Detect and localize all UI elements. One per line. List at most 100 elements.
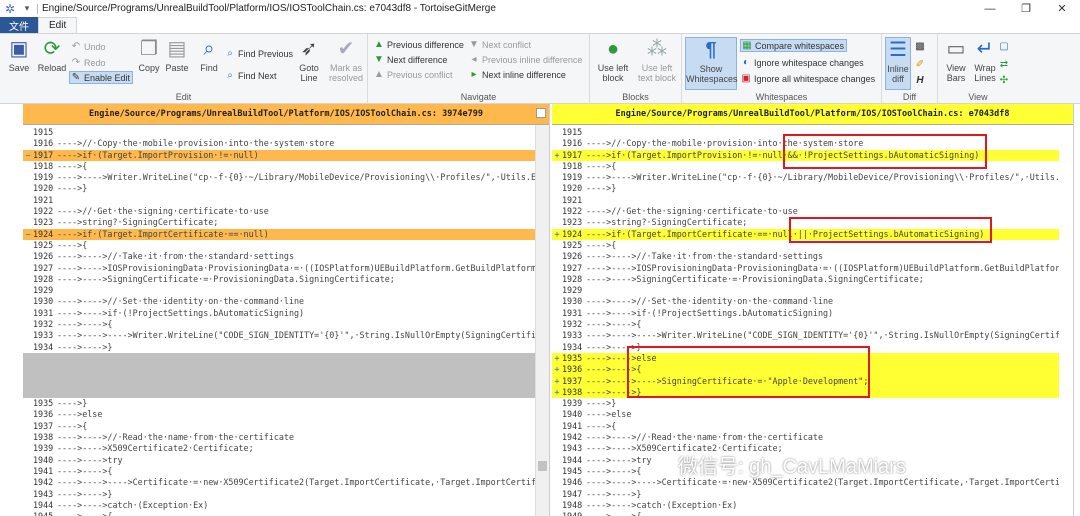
quick-access-dropdown-icon[interactable]: ▾ [21, 3, 33, 14]
code-line[interactable]: 1945---->---->{ [23, 511, 535, 516]
tab-edit[interactable]: Edit [38, 17, 78, 33]
next-conflict-button[interactable]: ▼ Next conflict [468, 38, 531, 51]
left-diff-pane[interactable]: Engine/Source/Programs/UnrealBuildTool/P… [23, 104, 550, 516]
code-line[interactable]: 1931 ---->---->if·(!ProjectSettings.bAuto… [552, 308, 1059, 319]
redo-button[interactable]: ↷ Redo [70, 56, 106, 69]
enable-edit-button[interactable]: ✎ Enable Edit [69, 71, 134, 84]
left-scrollbar[interactable] [535, 125, 549, 516]
collapse-button[interactable]: ✣ [998, 74, 1012, 87]
mark-resolved-button[interactable]: ✔ Mark as resolved [326, 37, 366, 89]
paste-button[interactable]: ▤ Paste [159, 37, 195, 89]
show-whitespaces-button[interactable]: ¶ Show Whitespaces [685, 37, 738, 90]
use-left-text-block-button[interactable]: ⁂ Use left text block [634, 37, 680, 89]
wrap-lines-button[interactable]: ↵ Wrap Lines [970, 37, 1000, 89]
word-diff-button[interactable]: ▩ [914, 40, 928, 53]
code-line[interactable]: 1916 ---->//·Copy·the·mobile·provision·in… [23, 138, 535, 149]
code-line[interactable]: 1927 ---->---->IOSProvisioningData·Provis… [552, 263, 1059, 274]
code-line[interactable]: 1933 ---->---->---->Writer.WriteLine("COD… [23, 330, 535, 341]
code-line[interactable]: 1939 ---->---->X509Certificate2·Certifica… [23, 443, 535, 454]
code-line[interactable] [23, 375, 535, 387]
minimize-button[interactable]: — [972, 3, 1008, 15]
code-line[interactable]: 1931 ---->---->if·(!ProjectSettings.bAuto… [23, 308, 535, 319]
code-line[interactable] [23, 352, 535, 365]
find-button[interactable]: ⌕ Find [191, 37, 227, 89]
line-code: ---->string?·SigningCertificate; [57, 217, 219, 228]
next-difference-button[interactable]: ▼ Next difference [373, 53, 447, 66]
code-line[interactable]: 1925 ---->{ [23, 240, 535, 251]
previous-conflict-button[interactable]: ▲ Previous conflict [373, 68, 452, 81]
code-line[interactable]: 1919 ---->---->Writer.WriteLine("cp·-f·{0… [552, 172, 1059, 183]
next-inline-difference-button[interactable]: ▸ Next inline difference [468, 68, 565, 81]
code-line[interactable]: 1928 ---->---->SigningCertificate·=·Provi… [552, 274, 1059, 285]
compare-whitespaces-button[interactable]: ▦ Compare whitespaces [740, 39, 848, 52]
code-line[interactable]: 1918 ---->{ [23, 161, 535, 172]
locator-bar[interactable] [0, 104, 23, 516]
code-line[interactable]: 1934 ---->---->} [23, 342, 535, 353]
find-next-button[interactable]: ⌕ Find Next [224, 69, 276, 82]
code-line[interactable]: 1921 [552, 195, 1059, 206]
code-line[interactable]: 1932 ---->---->{ [23, 319, 535, 330]
code-line[interactable]: −1924 ---->if·(Target.ImportCertificate·=… [23, 228, 535, 240]
code-line[interactable]: 1922 ---->//·Get·the·signing·certificate·… [23, 206, 535, 217]
code-line[interactable]: 1933 ---->---->---->Writer.WriteLine("COD… [552, 330, 1059, 341]
code-line[interactable]: 1941 ---->{ [552, 421, 1059, 432]
code-line[interactable]: 1947 ---->---->} [552, 489, 1059, 500]
undo-button[interactable]: ↶ Undo [70, 40, 106, 53]
code-line[interactable]: 1949---->---->{ [552, 511, 1059, 516]
code-line[interactable]: 1923 ---->string?·SigningCertificate; [23, 217, 535, 228]
code-line[interactable]: 1940 ---->---->try [23, 455, 535, 466]
italic-h-button[interactable]: H [914, 74, 928, 87]
code-line[interactable]: 1942 ---->---->//·Read·the·name·from·the·… [552, 432, 1059, 443]
reload-button[interactable]: ⟳ Reload [34, 37, 70, 89]
left-pane-checkbox[interactable] [536, 108, 546, 118]
view-bars-button[interactable]: ▭ View Bars [940, 37, 972, 89]
code-line[interactable]: 1935 ---->} [23, 398, 535, 409]
code-line[interactable] [23, 386, 535, 399]
previous-inline-difference-button[interactable]: ◂ Previous inline difference [468, 53, 582, 66]
inline-diff-button[interactable]: ☰ Inline diff [885, 37, 911, 90]
code-line[interactable]: 1922 ---->//·Get·the·signing·certificate·… [552, 206, 1059, 217]
code-line[interactable]: 1940 ---->else [552, 409, 1059, 420]
maximize-button[interactable]: ❐ [1008, 2, 1044, 15]
code-line[interactable]: 1930 ---->---->//·Set·the·identity·on·the… [552, 296, 1059, 307]
code-line[interactable]: 1920 ---->} [552, 183, 1059, 194]
tab-file[interactable]: 文件 [0, 17, 38, 33]
code-line[interactable]: 1921 [23, 195, 535, 206]
code-line[interactable]: 1948 ---->---->catch·(Exception·Ex) [552, 500, 1059, 511]
code-line[interactable]: 1928 ---->---->SigningCertificate·=·Provi… [23, 274, 535, 285]
save-button[interactable]: ▣ Save [1, 37, 37, 89]
find-previous-button[interactable]: ⌕ Find Previous [224, 47, 293, 60]
close-button[interactable]: ✕ [1044, 2, 1080, 15]
code-line[interactable]: 1919 ---->---->Writer.WriteLine("cp·-f·{0… [23, 172, 535, 183]
highlight-button[interactable]: ✐ [914, 58, 928, 71]
code-line[interactable]: 1915 [23, 127, 535, 138]
code-line[interactable]: 1926 ---->---->//·Take·it·from·the·standa… [552, 251, 1059, 262]
code-line[interactable]: 1929 [552, 285, 1059, 296]
goto-line-button[interactable]: ➶ Goto Line [291, 37, 327, 89]
code-line[interactable]: 1927 ---->---->IOSProvisioningData·Provis… [23, 263, 535, 274]
code-line[interactable]: −1917 ---->if·(Target.ImportProvision·!=·… [23, 149, 535, 161]
left-scrollbar-thumb[interactable] [538, 461, 547, 471]
use-left-block-button[interactable]: ● Use left block [593, 37, 633, 89]
code-line[interactable]: 1938 ---->---->//·Read·the·name·from·the·… [23, 432, 535, 443]
code-line[interactable]: 1930 ---->---->//·Set·the·identity·on·the… [23, 296, 535, 307]
code-line[interactable]: 1939 ---->} [552, 398, 1059, 409]
code-line[interactable]: 1944 ---->---->catch·(Exception·Ex) [23, 500, 535, 511]
code-line[interactable]: 1920 ---->} [23, 183, 535, 194]
ignore-whitespace-changes-button[interactable]: ◐ Ignore whitespace changes [740, 56, 864, 69]
swap-button[interactable]: ⇄ [998, 58, 1012, 71]
previous-difference-button[interactable]: ▲ Previous difference [373, 38, 464, 51]
code-line[interactable]: 1943 ---->---->} [23, 489, 535, 500]
ignore-all-whitespace-changes-button[interactable]: ▣ Ignore all whitespace changes [740, 72, 875, 85]
code-line[interactable]: 1942 ---->---->---->Certificate·=·new·X50… [23, 477, 535, 488]
code-line[interactable]: 1937 ---->{ [23, 421, 535, 432]
code-line[interactable]: 1926 ---->---->//·Take·it·from·the·standa… [23, 251, 535, 262]
code-line[interactable]: 1929 [23, 285, 535, 296]
tortoisegitmerge-app-icon[interactable]: ✲ [3, 2, 17, 16]
layout-toggle-button[interactable]: ▢ [998, 40, 1012, 53]
code-line[interactable]: 1932 ---->---->{ [552, 319, 1059, 330]
code-line[interactable]: 1941 ---->---->{ [23, 466, 535, 477]
down-arrow-icon: ▼ [374, 54, 384, 65]
code-line[interactable] [23, 364, 535, 376]
code-line[interactable]: 1936 ---->else [23, 409, 535, 420]
